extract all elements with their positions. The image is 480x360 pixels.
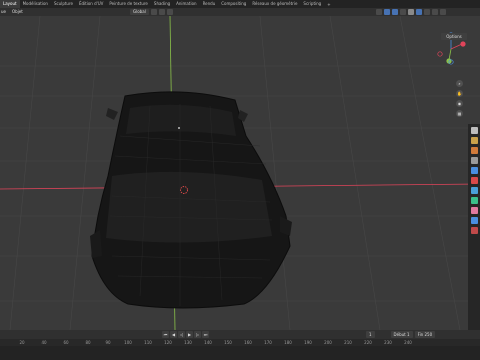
visibility-icon[interactable] xyxy=(376,9,382,15)
workspace-tab[interactable]: Shading xyxy=(151,0,173,8)
viewport-canvas[interactable] xyxy=(0,16,480,330)
properties-tab-icon[interactable] xyxy=(470,127,478,134)
end-frame-value: 250 xyxy=(424,332,433,337)
rendered-shading-icon[interactable] xyxy=(432,9,438,15)
ruler-tick-label: 90 xyxy=(105,340,111,345)
perspective-grid-icon[interactable]: ▦ xyxy=(456,110,463,117)
workspace-tab[interactable]: Layout xyxy=(0,0,20,8)
timeline-header: ⏮ ◀ ◁ ▶ ▷ ⏭ 1 Début 1 Fin 250 xyxy=(0,330,480,339)
shading-options-icon[interactable] xyxy=(440,9,446,15)
properties-tab-icon[interactable] xyxy=(470,217,478,224)
viewport-shading-controls xyxy=(376,9,446,15)
timeline-editor: ⏮ ◀ ◁ ▶ ▷ ⏭ 1 Début 1 Fin 250 20 40 60 80 90… xyxy=(0,330,480,360)
frame-range: 1 Début 1 Fin 250 xyxy=(366,331,436,338)
ruler-tick-label: 170 xyxy=(264,340,272,345)
properties-tab-icon[interactable] xyxy=(470,177,478,184)
ruler-tick-label: 130 xyxy=(184,340,192,345)
3d-viewport[interactable]: Options ⌕ ✋ ◉ ▦ xyxy=(0,16,480,330)
ruler-tick-label: 210 xyxy=(344,340,352,345)
workspace-tab[interactable]: Rendu xyxy=(200,0,219,8)
ruler-tick-label: 80 xyxy=(85,340,91,345)
wireframe-shading-icon[interactable] xyxy=(408,9,414,15)
start-frame-value: 1 xyxy=(407,332,410,337)
xray-icon[interactable] xyxy=(400,9,406,15)
workspace-tab[interactable]: Compositing xyxy=(218,0,249,8)
transform-orientation[interactable]: Global xyxy=(130,9,173,15)
workspace-tab[interactable]: Sculpture xyxy=(51,0,76,8)
camera-view-icon[interactable]: ◉ xyxy=(456,100,463,107)
jump-start-icon[interactable]: ⏮ xyxy=(162,331,169,338)
ruler-tick-label: 110 xyxy=(144,340,152,345)
properties-tab-icon[interactable] xyxy=(470,137,478,144)
blender-window: Layout Modélisation Sculpture Édition d'UV P… xyxy=(0,0,480,360)
start-frame-field[interactable]: Début 1 xyxy=(390,331,413,338)
current-frame-field[interactable]: 1 xyxy=(366,331,375,338)
car-mesh[interactable] xyxy=(90,91,292,309)
properties-tab-icon[interactable] xyxy=(470,167,478,174)
properties-tab-icon[interactable] xyxy=(470,227,478,234)
properties-tab-icon[interactable] xyxy=(470,157,478,164)
material-shading-icon[interactable] xyxy=(424,9,430,15)
ruler-tick-label: 60 xyxy=(63,340,69,345)
object-menu[interactable]: Objet xyxy=(12,8,23,16)
snap-icon[interactable] xyxy=(158,9,165,15)
workspace-tab[interactable]: Édition d'UV xyxy=(76,0,106,8)
viewport-header: ue Objet Global xyxy=(0,8,480,16)
start-frame-label: Début xyxy=(393,332,406,337)
workspace-tab-bar: Layout Modélisation Sculpture Édition d'UV P… xyxy=(0,0,480,8)
ruler-tick-label: 240 xyxy=(404,340,412,345)
workspace-tab[interactable]: Réseaux de géométrie xyxy=(249,0,300,8)
ruler-tick-label: 120 xyxy=(164,340,172,345)
ruler-tick-label: 180 xyxy=(284,340,292,345)
ruler-tick-label: 20 xyxy=(19,340,25,345)
orientation-select[interactable]: Global xyxy=(130,9,149,15)
workspace-tab[interactable]: Peinture de texture xyxy=(106,0,151,8)
properties-tab-column xyxy=(468,124,480,330)
proportional-edit-icon[interactable] xyxy=(166,9,173,15)
ruler-tick-label: 200 xyxy=(324,340,332,345)
solid-shading-icon[interactable] xyxy=(416,9,422,15)
prev-keyframe-icon[interactable]: ◀ xyxy=(170,331,177,338)
ruler-tick-label: 140 xyxy=(204,340,212,345)
zoom-icon[interactable]: ⌕ xyxy=(456,80,463,87)
viewport-nav-buttons: ⌕ ✋ ◉ ▦ xyxy=(456,80,463,117)
properties-tab-icon[interactable] xyxy=(470,147,478,154)
ruler-tick-label: 150 xyxy=(224,340,232,345)
play-icon[interactable]: ▶ xyxy=(186,331,193,338)
playback-controls: ⏮ ◀ ◁ ▶ ▷ ⏭ xyxy=(162,331,209,338)
ruler-tick-label: 190 xyxy=(304,340,312,345)
jump-end-icon[interactable]: ⏭ xyxy=(202,331,209,338)
workspace-tab[interactable]: Scripting xyxy=(300,0,324,8)
pan-hand-icon[interactable]: ✋ xyxy=(456,90,463,97)
play-reverse-icon[interactable]: ◁ xyxy=(178,331,185,338)
properties-tab-icon[interactable] xyxy=(470,187,478,194)
frame-ruler[interactable]: 20 40 60 80 90 100 110 120 130 140 150 160 170 180 190… xyxy=(0,339,480,346)
gizmo-toggle-icon[interactable] xyxy=(384,9,390,15)
workspace-tab[interactable]: Modélisation xyxy=(20,0,51,8)
ruler-tick-label: 40 xyxy=(41,340,47,345)
properties-tab-icon[interactable] xyxy=(470,197,478,204)
properties-tab-icon[interactable] xyxy=(470,207,478,214)
ruler-tick-label: 220 xyxy=(364,340,372,345)
overlay-toggle-icon[interactable] xyxy=(392,9,398,15)
workspace-tab[interactable]: Animation xyxy=(173,0,199,8)
mode-menu[interactable]: ue xyxy=(1,8,6,16)
viewport-options-button[interactable]: Options xyxy=(441,33,467,40)
ruler-tick-label: 160 xyxy=(244,340,252,345)
pivot-icon[interactable] xyxy=(150,9,157,15)
end-frame-field[interactable]: Fin 250 xyxy=(414,331,436,338)
ruler-tick-label: 100 xyxy=(124,340,132,345)
add-workspace-button[interactable]: + xyxy=(324,2,333,7)
next-keyframe-icon[interactable]: ▷ xyxy=(194,331,201,338)
gizmo-x-icon[interactable] xyxy=(460,41,466,47)
end-frame-label: Fin xyxy=(417,332,424,337)
ruler-tick-label: 230 xyxy=(384,340,392,345)
timeline-track-area[interactable] xyxy=(0,346,480,360)
